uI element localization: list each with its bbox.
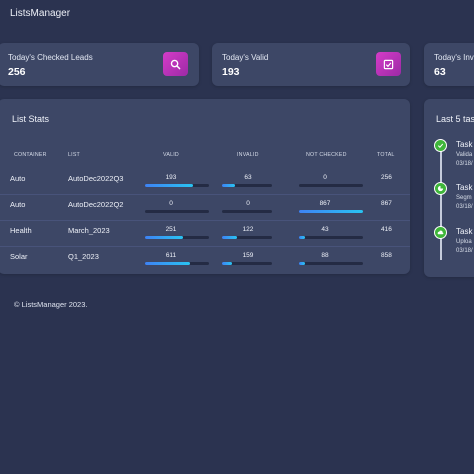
not-checked-progress-track — [299, 236, 363, 239]
column-header-container[interactable]: CONTAINER — [14, 152, 47, 158]
table-row: Health March_2023 251 122 43 416 — [0, 220, 410, 247]
not-checked-metric: 43 — [299, 226, 365, 240]
cell-list: March_2023 — [68, 226, 110, 235]
cell-total: 858 — [381, 252, 392, 259]
valid-progress-track — [145, 236, 209, 239]
column-header-valid[interactable]: VALID — [163, 152, 179, 158]
valid-value: 611 — [165, 252, 177, 259]
stat-value: 256 — [8, 66, 26, 78]
timeline-dot-check-icon — [434, 139, 447, 152]
valid-metric: 193 — [145, 174, 211, 188]
cell-list: Q1_2023 — [68, 252, 99, 261]
cell-list: AutoDec2022Q3 — [68, 174, 124, 183]
task-description: Valida — [456, 152, 473, 158]
invalid-metric: 122 — [222, 226, 288, 240]
check-square-icon — [376, 52, 401, 76]
task-date: 03/18/ — [456, 161, 473, 167]
last-tasks-title: Last 5 tas — [436, 114, 474, 124]
valid-progress-track — [145, 184, 209, 187]
not-checked-metric: 0 — [299, 174, 365, 188]
cell-total: 867 — [381, 200, 392, 207]
invalid-progress-fill — [222, 184, 235, 187]
not-checked-progress-track — [299, 210, 363, 213]
stat-card-invalid: Today's Inva 63 — [424, 43, 474, 86]
cell-container: Health — [10, 226, 32, 235]
not-checked-progress-track — [299, 184, 363, 187]
timeline-dot-upload-icon — [434, 226, 447, 239]
column-header-list[interactable]: LIST — [68, 152, 80, 158]
cell-container: Auto — [10, 174, 26, 183]
cell-total: 256 — [381, 174, 392, 181]
stat-label: Today's Inva — [434, 53, 474, 62]
task-title[interactable]: Task — [456, 140, 472, 149]
column-header-not-checked[interactable]: NOT CHECKED — [306, 152, 347, 158]
not-checked-value: 867 — [319, 200, 331, 207]
invalid-value: 159 — [242, 252, 254, 259]
app-title[interactable]: ListsManager — [10, 8, 70, 19]
table-row: Auto AutoDec2022Q2 0 0 867 867 — [0, 194, 410, 221]
not-checked-progress-fill — [299, 262, 306, 265]
valid-value: 0 — [169, 200, 173, 207]
valid-progress-fill — [145, 236, 184, 239]
cell-total: 416 — [381, 226, 392, 233]
invalid-progress-track — [222, 210, 272, 213]
valid-progress-fill — [145, 184, 193, 187]
valid-metric: 251 — [145, 226, 211, 240]
invalid-metric: 0 — [222, 200, 288, 214]
valid-progress-track — [145, 262, 209, 265]
stat-value: 193 — [222, 66, 240, 78]
stat-label: Today's Checked Leads — [8, 53, 93, 62]
valid-progress-track — [145, 210, 209, 213]
column-header-total[interactable]: TOTAL — [377, 152, 395, 158]
valid-metric: 0 — [145, 200, 211, 214]
not-checked-metric: 867 — [299, 200, 365, 214]
footer-copyright: © ListsManager 2023. — [14, 300, 88, 309]
stat-label: Today's Valid — [222, 53, 269, 62]
valid-progress-fill — [145, 262, 191, 265]
task-title[interactable]: Task — [456, 227, 472, 236]
cell-container: Auto — [10, 200, 26, 209]
stat-card-valid: Today's Valid 193 — [212, 43, 410, 86]
stat-card-checked-leads: Today's Checked Leads 256 — [0, 43, 199, 86]
valid-metric: 611 — [145, 252, 211, 266]
invalid-value: 122 — [242, 226, 254, 233]
cell-list: AutoDec2022Q2 — [68, 200, 124, 209]
cell-container: Solar — [10, 252, 28, 261]
invalid-progress-track — [222, 262, 272, 265]
not-checked-metric: 88 — [299, 252, 365, 266]
task-description: Uploa — [456, 239, 472, 245]
invalid-metric: 63 — [222, 174, 288, 188]
task-description: Segm — [456, 195, 472, 201]
not-checked-value: 88 — [321, 252, 329, 259]
list-stats-title: List Stats — [12, 114, 50, 124]
invalid-progress-fill — [222, 236, 237, 239]
task-title[interactable]: Task — [456, 183, 472, 192]
not-checked-progress-track — [299, 262, 363, 265]
column-header-invalid[interactable]: INVALID — [237, 152, 259, 158]
invalid-progress-track — [222, 236, 272, 239]
valid-value: 193 — [165, 174, 177, 181]
task-date: 03/18/ — [456, 248, 473, 254]
not-checked-value: 0 — [323, 174, 327, 181]
timeline-line — [440, 142, 442, 260]
invalid-value: 63 — [244, 174, 252, 181]
table-row: Auto AutoDec2022Q3 193 63 0 256 — [0, 168, 410, 195]
not-checked-progress-fill — [299, 210, 363, 213]
invalid-metric: 159 — [222, 252, 288, 266]
invalid-progress-fill — [222, 262, 232, 265]
search-icon — [163, 52, 188, 76]
not-checked-progress-fill — [299, 236, 306, 239]
table-row: Solar Q1_2023 611 159 88 858 — [0, 246, 410, 272]
valid-value: 251 — [165, 226, 177, 233]
invalid-progress-track — [222, 184, 272, 187]
task-date: 03/18/ — [456, 204, 473, 210]
not-checked-value: 43 — [321, 226, 329, 233]
stat-value: 63 — [434, 66, 446, 78]
invalid-value: 0 — [246, 200, 250, 207]
timeline-dot-segment-icon — [434, 182, 447, 195]
